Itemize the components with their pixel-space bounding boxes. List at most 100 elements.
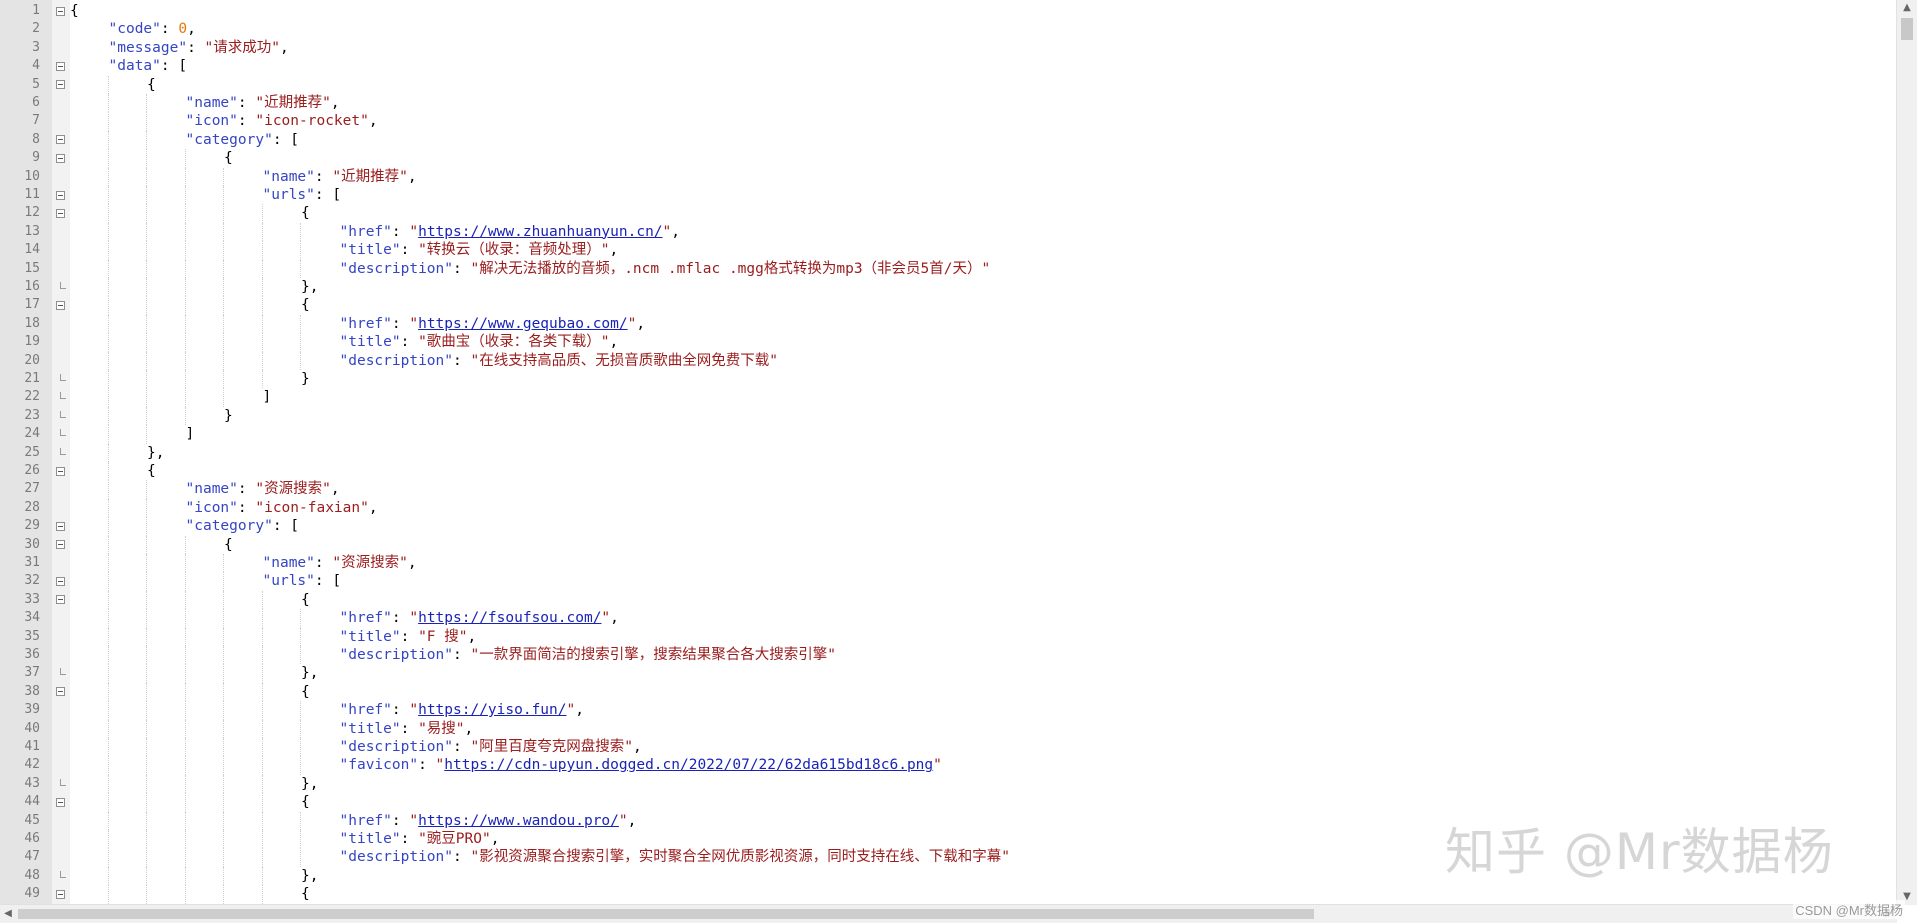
fold-collapse-icon[interactable] [56, 540, 65, 549]
code-line[interactable]: "description": "阿里百度夸克网盘搜索", [340, 738, 642, 756]
code-line[interactable]: }, [301, 775, 318, 793]
code-line[interactable]: }, [301, 867, 318, 885]
code-line[interactable]: "description": "解决无法播放的音频，.ncm .mflac .m… [340, 260, 991, 278]
indent-guide [185, 830, 186, 848]
code-line[interactable]: "name": "资源搜索", [263, 554, 417, 572]
code-line[interactable]: { [224, 536, 233, 554]
fold-collapse-icon[interactable] [56, 577, 65, 586]
fold-collapse-icon[interactable] [56, 687, 65, 696]
vertical-scroll-thumb[interactable] [1901, 18, 1913, 40]
code-line[interactable]: "favicon": "https://cdn-upyun.dogged.cn/… [340, 756, 942, 774]
code-line[interactable]: "icon": "icon-rocket", [186, 112, 378, 130]
indent-guide [108, 260, 109, 278]
code-line[interactable]: "description": "一款界面简洁的搜索引擎，搜索结果聚合各大搜索引擎… [340, 646, 836, 664]
horizontal-scrollbar[interactable]: ◀ ▶ [0, 904, 1897, 923]
fold-collapse-icon[interactable] [56, 467, 65, 476]
fold-collapse-icon[interactable] [56, 135, 65, 144]
code-line[interactable]: "category": [ [186, 517, 300, 535]
code-line[interactable]: { [301, 793, 310, 811]
code-editor[interactable]: ▲ ▼ ◀ ▶ 1{2"code": 0,3"message": "请求成功",… [0, 0, 1917, 923]
code-line[interactable]: ] [186, 425, 195, 443]
fold-collapse-icon[interactable] [56, 80, 65, 89]
code-line[interactable]: }, [147, 444, 164, 462]
code-line[interactable]: ] [263, 388, 272, 406]
indent-guide [223, 370, 224, 388]
code-line[interactable]: "href": "https://www.zhuanhuanyun.cn/", [340, 223, 681, 241]
url-link[interactable]: https://www.wandou.pro/ [418, 813, 619, 829]
fold-collapse-icon[interactable] [56, 798, 65, 807]
url-link[interactable]: https://www.gequbao.com/ [418, 316, 628, 332]
code-line[interactable]: { [147, 76, 156, 94]
fold-collapse-icon[interactable] [56, 191, 65, 200]
code-token: , [408, 555, 417, 571]
code-line[interactable]: "title": "F 搜", [340, 628, 477, 646]
code-line[interactable]: "href": "https://fsoufsou.com/", [340, 609, 619, 627]
vertical-scrollbar[interactable]: ▲ ▼ [1896, 0, 1917, 905]
code-line[interactable]: "name": "近期推荐", [263, 168, 417, 186]
fold-collapse-icon[interactable] [56, 7, 65, 16]
indent-guide [223, 664, 224, 682]
code-line[interactable]: "message": "请求成功", [109, 39, 289, 57]
code-token: "href" [340, 702, 392, 718]
indent-guide [108, 315, 109, 333]
fold-collapse-icon[interactable] [56, 301, 65, 310]
indent-guide [146, 223, 147, 241]
url-link[interactable]: https://cdn-upyun.dogged.cn/2022/07/22/6… [444, 757, 933, 773]
indent-guide [223, 388, 224, 406]
code-line[interactable]: "urls": [ [263, 186, 342, 204]
fold-collapse-icon[interactable] [56, 209, 65, 218]
code-line[interactable]: "href": "https://www.gequbao.com/", [340, 315, 646, 333]
indent-guide [146, 701, 147, 719]
code-line[interactable]: "category": [ [186, 131, 300, 149]
code-line[interactable]: "title": "转换云（收录：音频处理）", [340, 241, 619, 259]
code-line[interactable]: "title": "歌曲宝（收录：各类下载）", [340, 333, 619, 351]
indent-guide [108, 444, 109, 462]
code-line[interactable]: { [70, 2, 79, 20]
indent-guide [262, 812, 263, 830]
code-line[interactable]: { [301, 296, 310, 314]
code-line[interactable]: "description": "在线支持高品质、无损音质歌曲全网免费下载" [340, 352, 778, 370]
fold-collapse-icon[interactable] [56, 62, 65, 71]
code-line[interactable]: "title": "易搜", [340, 720, 474, 738]
code-line[interactable]: "href": "https://yiso.fun/", [340, 701, 584, 719]
fold-collapse-icon[interactable] [56, 154, 65, 163]
fold-collapse-icon[interactable] [56, 522, 65, 531]
code-token: "urls" [263, 187, 315, 203]
scroll-left-icon[interactable]: ◀ [0, 905, 16, 923]
line-number: 1 [0, 2, 40, 20]
indent-guide [108, 112, 109, 130]
url-link[interactable]: https://www.zhuanhuanyun.cn/ [418, 224, 662, 240]
indent-guide [223, 554, 224, 572]
url-link[interactable]: https://yiso.fun/ [418, 702, 566, 718]
code-line[interactable]: { [301, 885, 310, 903]
code-line[interactable]: } [224, 407, 233, 425]
code-line[interactable]: { [301, 683, 310, 701]
scroll-up-icon[interactable]: ▲ [1897, 0, 1917, 16]
code-line[interactable]: "name": "资源搜索", [186, 480, 340, 498]
code-line[interactable]: "data": [ [109, 57, 188, 75]
code-line[interactable]: }, [301, 664, 318, 682]
code-line[interactable]: { [301, 591, 310, 609]
code-line[interactable]: "code": 0, [109, 20, 196, 38]
code-line[interactable]: "href": "https://www.wandou.pro/", [340, 812, 637, 830]
code-token: : [453, 261, 470, 277]
code-line[interactable]: { [147, 462, 156, 480]
code-line[interactable]: "description": "影视资源聚合搜索引擎，实时聚合全网优质影视资源，… [340, 848, 1010, 866]
url-link[interactable]: https://fsoufsou.com/ [418, 610, 601, 626]
fold-collapse-icon[interactable] [56, 890, 65, 899]
horizontal-scroll-thumb[interactable] [18, 909, 1314, 919]
indent-guide [108, 76, 109, 94]
code-line[interactable]: } [301, 370, 310, 388]
code-line[interactable]: { [301, 204, 310, 222]
fold-collapse-icon[interactable] [56, 595, 65, 604]
code-line[interactable]: "title": "豌豆PRO", [340, 830, 500, 848]
code-line[interactable]: "icon": "icon-faxian", [186, 499, 378, 517]
code-line[interactable]: "urls": [ [263, 572, 342, 590]
line-number: 36 [0, 646, 40, 664]
code-line[interactable]: }, [301, 278, 318, 296]
code-token: : [418, 757, 435, 773]
code-line[interactable]: "name": "近期推荐", [186, 94, 340, 112]
code-line[interactable]: { [224, 149, 233, 167]
indent-guide [262, 848, 263, 866]
line-number: 11 [0, 186, 40, 204]
